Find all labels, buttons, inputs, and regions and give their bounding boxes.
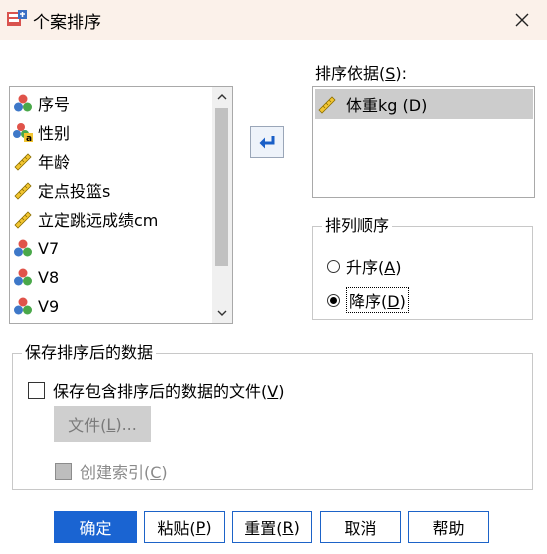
variable-label: V8 bbox=[38, 267, 60, 287]
sort-by-label-text: 排序依据( bbox=[315, 64, 386, 83]
ascending-radio[interactable]: 升序(A) bbox=[327, 254, 401, 278]
radio-button-checked[interactable] bbox=[327, 293, 340, 307]
list-item-shooting[interactable]: 定点投篮s bbox=[13, 177, 110, 203]
variable-label: 性别 bbox=[38, 124, 71, 143]
sort-by-suffix: ): bbox=[395, 64, 408, 83]
list-item-v7[interactable]: V7 bbox=[13, 235, 59, 261]
ascending-mnemonic: A bbox=[384, 258, 396, 277]
return-arrow-icon bbox=[259, 136, 275, 149]
ascending-label: 升序(A) bbox=[346, 254, 401, 278]
save-file-label: 保存包含排序后的数据的文件(V) bbox=[53, 378, 284, 402]
variable-label: 立定跳远成绩cm bbox=[38, 211, 159, 230]
scroll-thumb[interactable] bbox=[215, 108, 228, 266]
nominal-icon bbox=[14, 94, 32, 112]
descending-radio[interactable]: 降序(D) bbox=[327, 287, 409, 313]
ascending-suffix: ) bbox=[395, 258, 402, 277]
title-bar: 个案排序 bbox=[0, 0, 547, 40]
list-item-gender[interactable]: a 性别 bbox=[13, 119, 70, 145]
paste-mnemonic: P bbox=[195, 517, 206, 537]
save-section-title: 保存排序后的数据 bbox=[22, 343, 157, 363]
scroll-up-button[interactable] bbox=[212, 87, 232, 107]
sort-by-label: 排序依据(S): bbox=[315, 60, 407, 84]
close-button[interactable] bbox=[497, 0, 547, 40]
create-index-text: 创建索引( bbox=[80, 463, 151, 482]
save-file-text: 保存包含排序后的数据的文件( bbox=[53, 382, 268, 401]
cancel-button[interactable]: 取消 bbox=[320, 511, 401, 543]
variable-list[interactable]: 序号 a 性别 年龄 定点投篮s 立定跳远成绩cm V7 V8 V9 bbox=[9, 86, 233, 324]
variable-label: 定点投篮s bbox=[38, 182, 111, 201]
list-item-long-jump[interactable]: 立定跳远成绩cm bbox=[13, 206, 158, 232]
sort-by-mnemonic: S bbox=[385, 64, 396, 83]
save-file-suffix: ) bbox=[278, 382, 285, 401]
file-button-text: 文件( bbox=[68, 416, 107, 435]
sort-by-item-label: 体重kg (D) bbox=[346, 96, 428, 115]
scale-ruler-icon bbox=[14, 211, 32, 229]
descending-mnemonic: D bbox=[387, 292, 400, 311]
reset-suffix: ) bbox=[293, 517, 300, 537]
move-variable-button[interactable] bbox=[250, 126, 284, 158]
file-button-suffix: )... bbox=[115, 414, 137, 434]
app-sort-cases-icon bbox=[7, 10, 27, 26]
scale-ruler-icon bbox=[318, 96, 336, 114]
reset-mnemonic: R bbox=[282, 517, 294, 537]
checkbox-disabled[interactable] bbox=[55, 462, 72, 480]
descending-label: 降序(D) bbox=[346, 287, 409, 313]
nominal-icon bbox=[14, 268, 32, 286]
list-item-v8[interactable]: V8 bbox=[13, 264, 59, 290]
variable-list-scrollbar[interactable] bbox=[212, 87, 232, 323]
checkbox[interactable] bbox=[28, 381, 45, 399]
file-button-mnemonic: L bbox=[106, 414, 116, 434]
chevron-down-icon bbox=[217, 310, 227, 316]
scroll-down-button[interactable] bbox=[212, 303, 232, 323]
close-icon bbox=[515, 13, 529, 27]
reset-button[interactable]: 重置(R) bbox=[232, 511, 312, 543]
create-index-label: 创建索引(C) bbox=[80, 459, 168, 483]
variable-label: V9 bbox=[38, 296, 60, 316]
create-index-checkbox[interactable]: 创建索引(C) bbox=[55, 459, 168, 483]
nominal-icon bbox=[14, 239, 32, 257]
file-button[interactable]: 文件(L)... bbox=[54, 406, 151, 442]
reset-text: 重置( bbox=[244, 519, 283, 538]
sort-by-item-weight[interactable]: 体重kg (D) bbox=[315, 89, 533, 119]
save-file-checkbox[interactable]: 保存包含排序后的数据的文件(V) bbox=[28, 378, 284, 402]
scale-ruler-icon bbox=[14, 153, 32, 171]
list-item-v9[interactable]: V9 bbox=[13, 293, 59, 319]
ok-button[interactable]: 确定 bbox=[54, 511, 137, 543]
create-index-mnemonic: C bbox=[150, 463, 162, 482]
variable-label: 序号 bbox=[38, 95, 71, 114]
ascending-text: 升序( bbox=[346, 258, 385, 277]
paste-text: 粘贴( bbox=[157, 519, 196, 538]
ok-button-label: 确定 bbox=[79, 519, 112, 538]
radio-button[interactable] bbox=[327, 259, 340, 273]
variable-label: V7 bbox=[38, 238, 60, 258]
paste-button[interactable]: 粘贴(P) bbox=[144, 511, 225, 543]
descending-suffix: ) bbox=[399, 292, 406, 311]
list-item-seq[interactable]: 序号 bbox=[13, 90, 70, 116]
create-index-suffix: ) bbox=[161, 463, 168, 482]
sort-by-list[interactable]: 体重kg (D) bbox=[312, 86, 535, 198]
variable-label: 年龄 bbox=[38, 153, 71, 172]
svg-text:a: a bbox=[26, 134, 32, 142]
nominal-icon bbox=[14, 297, 32, 315]
help-button[interactable]: 帮助 bbox=[408, 511, 489, 543]
help-button-label: 帮助 bbox=[432, 519, 465, 538]
list-item-age[interactable]: 年龄 bbox=[13, 148, 70, 174]
sort-order-title: 排列顺序 bbox=[322, 216, 393, 236]
descending-text: 降序( bbox=[349, 292, 388, 311]
cancel-button-label: 取消 bbox=[344, 519, 377, 538]
nominal-string-icon: a bbox=[13, 123, 33, 142]
paste-suffix: ) bbox=[205, 517, 212, 537]
window-title: 个案排序 bbox=[33, 13, 101, 33]
scale-ruler-icon bbox=[14, 182, 32, 200]
chevron-up-icon bbox=[217, 94, 227, 100]
save-file-mnemonic: V bbox=[267, 382, 279, 401]
